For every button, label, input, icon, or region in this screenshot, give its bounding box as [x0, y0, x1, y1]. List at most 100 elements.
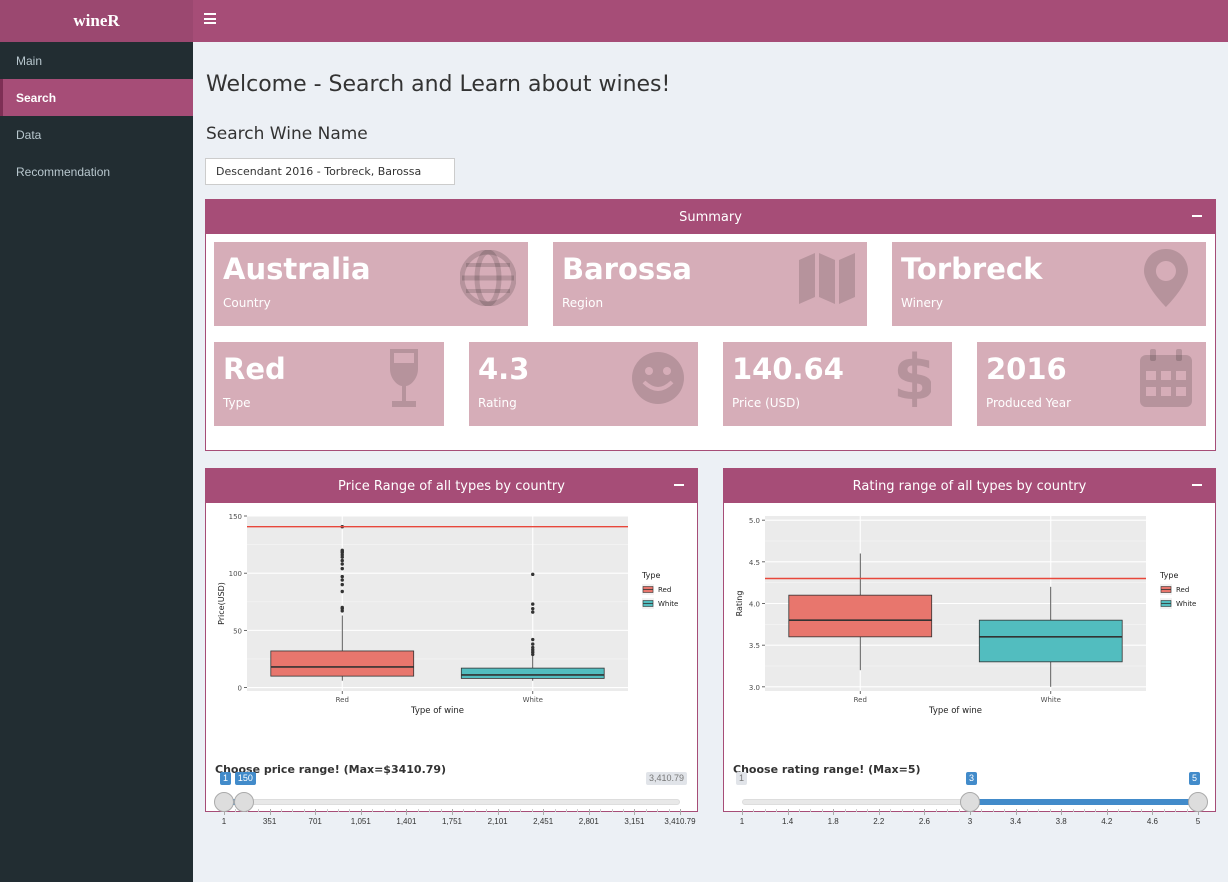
value-box-label: Winery [901, 296, 943, 310]
rating-range-slider[interactable]: 1 1.4 1.8 2.2 2.6 3 3.4 3.8 4.2 4.6 5 1 3 5 [732, 772, 1208, 833]
search-label: Search Wine Name [206, 124, 368, 144]
slider-tick-label: 1.4 [782, 817, 794, 826]
slider-min-label: 1 [736, 772, 748, 785]
summary-header: Summary [206, 200, 1215, 234]
y-axis-title: Rating [735, 591, 744, 617]
slider-minor-tickmark [554, 809, 556, 812]
slider-from-handle[interactable] [960, 792, 980, 812]
slider-minor-tickmark [531, 809, 533, 812]
slider-track[interactable] [224, 799, 680, 805]
y-tick-label: 3.0 [749, 684, 760, 692]
value-box-produced-year: 2016 Produced Year [977, 342, 1206, 426]
slider-tickmark [452, 809, 453, 815]
app-logo[interactable]: wineR [0, 0, 193, 42]
slider-minor-tickmark [901, 809, 903, 812]
value-box-value: Australia [223, 252, 371, 286]
slider-tickmark [878, 809, 880, 815]
x-tick-label: Red [854, 696, 867, 704]
x-axis-title: Type of wine [928, 706, 982, 716]
slider-tickmark [833, 809, 835, 815]
y-axis-title: Price(USD) [217, 582, 226, 625]
sidebar-item-data[interactable]: Data [0, 116, 193, 153]
slider-to-handle[interactable] [1188, 792, 1208, 812]
x-tick-label: Red [336, 696, 349, 704]
outlier-point [531, 645, 535, 650]
slider-tick-label: 1,751 [441, 817, 463, 826]
wine-name-select[interactable]: Descendant 2016 - Torbreck, Barossa [205, 158, 455, 185]
value-box-value: Barossa [562, 252, 692, 286]
price-panel-title: Price Range of all types by country [338, 478, 565, 494]
slider-tickmark [787, 809, 789, 815]
slider-tick-label: 2,451 [533, 817, 554, 826]
sidebar-item-recommendation[interactable]: Recommendation [0, 153, 193, 190]
slider-minor-tickmark [463, 809, 465, 812]
sidebar-toggle-icon[interactable] [204, 13, 216, 25]
slider-minor-tickmark [1186, 809, 1188, 812]
legend-label: Red [658, 586, 671, 594]
rating-panel: Rating range of all types by country 3.0… [723, 468, 1216, 826]
slider-minor-tickmark [935, 809, 937, 812]
globe-icon [460, 250, 516, 306]
slider-tick-label: 351 [262, 817, 277, 826]
slider-minor-tickmark [474, 809, 476, 812]
outlier-point [340, 558, 344, 563]
slider-minor-tickmark [1072, 809, 1074, 812]
y-tick-label: 4.0 [749, 601, 760, 609]
sidebar-item-search[interactable]: Search [0, 79, 193, 116]
value-box-label: Region [562, 296, 604, 310]
outlier-point [531, 602, 535, 606]
slider-minor-tickmark [992, 809, 994, 812]
outlier-point [340, 589, 344, 594]
slider-from-label: 1 [220, 772, 232, 785]
slider-minor-tickmark [764, 809, 766, 812]
slider-tickmark [1106, 809, 1108, 815]
summary-collapse-icon[interactable] [1191, 208, 1203, 222]
slider-tick-label: 2,801 [578, 817, 599, 826]
slider-minor-tickmark [1027, 809, 1028, 812]
slider-minor-tickmark [867, 809, 869, 812]
slider-tickmark [360, 809, 362, 815]
price-panel-header: Price Range of all types by country [206, 469, 697, 503]
y-tick-label: 5.0 [749, 517, 760, 525]
slider-minor-tickmark [1175, 809, 1177, 812]
slider-tick-label: 3,151 [624, 817, 645, 826]
legend-title: Type [641, 571, 660, 580]
value-box-price-usd: 140.64 Price (USD) $ [723, 342, 952, 426]
slider-minor-tickmark [1084, 809, 1085, 812]
value-box-value: 140.64 [732, 352, 844, 386]
price-panel-collapse-icon[interactable] [673, 477, 685, 491]
outlier-point [340, 582, 344, 587]
svg-text:$: $ [893, 349, 931, 407]
slider-minor-tickmark [395, 809, 396, 812]
rating-slider-label: Choose rating range! (Max=5) [733, 763, 921, 776]
slider-from-label: 3 [966, 772, 978, 785]
slider-tick-label: 1,051 [350, 817, 371, 826]
slider-tick-label: 2,101 [487, 817, 508, 826]
slider-minor-tickmark [566, 809, 567, 812]
slider-tick-label: 1 [739, 817, 745, 826]
slider-tick-label: 1,401 [396, 817, 417, 826]
value-box-label: Type [223, 396, 251, 410]
page-title: Welcome - Search and Learn about wines! [206, 72, 671, 97]
value-box-label: Produced Year [986, 396, 1072, 410]
slider-tickmark [269, 809, 271, 815]
value-box-region: Barossa Region [553, 242, 867, 326]
slider-tickmark [680, 809, 681, 815]
slider-minor-tickmark [890, 809, 892, 812]
slider-minor-tickmark [657, 809, 659, 812]
y-tick-label: 50 [233, 627, 242, 635]
sidebar-item-main[interactable]: Main [0, 42, 193, 79]
slider-minor-tickmark [326, 809, 328, 812]
rating-panel-collapse-icon[interactable] [1191, 477, 1203, 491]
slider-tick-label: 2.2 [873, 817, 885, 826]
outlier-point [340, 562, 344, 566]
outlier-point [340, 578, 344, 582]
slider-tickmark [634, 809, 636, 815]
slider-minor-tickmark [235, 809, 237, 812]
value-box-country: Australia Country [214, 242, 528, 326]
slider-from-handle[interactable] [214, 792, 234, 812]
slider-to-handle[interactable] [233, 792, 254, 812]
slider-minor-tickmark [776, 809, 778, 812]
slider-minor-tickmark [810, 809, 812, 812]
price-range-slider[interactable]: 1 351 701 1,051 1,401 1,751 2,101 2,451 2,801 3,1… [214, 772, 696, 833]
